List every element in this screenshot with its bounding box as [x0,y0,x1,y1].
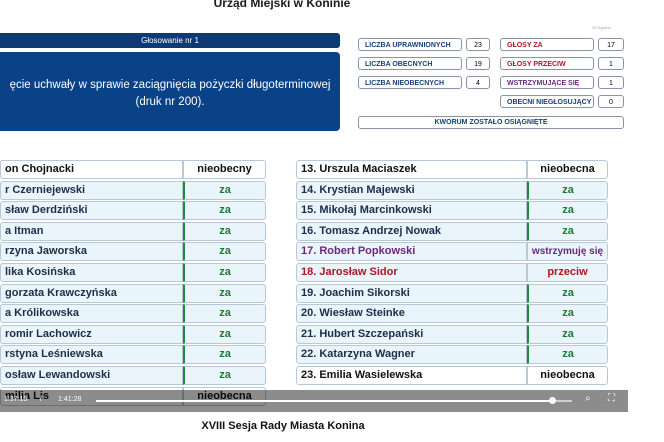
motion-text-box: ęcie uchwały w sprawie zaciągnięcia poży… [0,52,340,131]
stat-abstain-label: WSTRZYMUJĄCE SIĘ [500,76,594,89]
councillor-name: a Królikowska [0,304,183,324]
vote-value: za [183,366,266,385]
councillor-name: gorzata Krawczyńska [0,283,183,303]
vote-value: za [183,242,266,262]
stat-present-value: 19 [466,57,490,70]
motion-text-line-1: ęcie uchwały w sprawie zaciągnięcia poży… [9,79,331,91]
page-title: Urząd Miejski w Koninie [213,0,351,10]
vote-value: za [183,304,266,324]
vote-value: za [527,201,608,221]
vote-value: za [527,345,608,365]
councillor-name: 14. Krystian Majewski [296,180,527,200]
stat-for-value: 17 [598,38,624,51]
vote-value: za [183,221,266,241]
councillor-name: sław Derdziński [0,201,183,221]
progress-fill [96,400,552,402]
stat-against-label: GŁOSY PRZECIW [500,57,594,70]
current-time: 1:37:15 [4,396,28,403]
vote-value: nieobecna [527,160,608,179]
vote-value: za [183,180,266,200]
vote-value: za [183,283,266,303]
volume-icon[interactable]: ⌕ [585,393,591,404]
video-player-controls: 1:37:15 / 1:41:28 ⌕ ⛶ [0,390,628,412]
councillor-name: osław Lewandowski [0,366,183,385]
stat-nonvoting-value: 0 [598,95,624,108]
voting-number-label: Głosowanie nr 1 [0,33,340,48]
vote-value: przeciw [527,263,608,282]
councillor-name: rzyna Jaworska [0,242,183,262]
councillor-name: 21. Hubert Szczepański [296,324,527,344]
stat-for-label: GŁOSY ZA [500,38,594,51]
councillor-name: 18. Jarosław Sidor [296,263,527,282]
quorum-status: KWORUM ZOSTAŁO OSIĄGNIĘTE [358,116,624,129]
councillor-name: romir Lachowicz [0,324,183,344]
stat-absent-value: 4 [466,76,490,89]
councillor-name: a Itman [0,221,183,241]
stat-present-label: LICZBA OBECNYCH [358,57,462,70]
councillor-name: 13. Urszula Maciaszek [296,160,527,179]
vote-value: za [183,201,266,221]
fullscreen-icon[interactable]: ⛶ [608,393,615,404]
stat-abstain-value: 1 [598,76,624,89]
vote-value: nieobecny [183,160,266,179]
councillor-name: 15. Mikołaj Marcinkowski [296,201,527,221]
councillor-name: 23. Emilia Wasielewska [296,366,527,385]
councillor-name: on Chojnacki [0,160,183,179]
corner-mark: HCSystem [592,25,612,30]
duration-time: 1:41:28 [58,396,82,403]
vote-value: za [527,304,608,324]
councillor-name: 16. Tomasz Andrzej Nowak [296,221,527,241]
stat-nonvoting-label: OBECNI NIEGŁOSUJĄCY [500,95,594,108]
vote-value: za [527,221,608,241]
vote-value: za [527,283,608,303]
councillor-name: 19. Joachim Sikorski [296,283,527,303]
councillor-name: rstyna Leśniewska [0,345,183,365]
councillor-name: r Czerniejewski [0,180,183,200]
vote-value: za [183,263,266,282]
vote-value: za [183,345,266,365]
motion-text-line-2: (druk nr 200). [135,96,205,108]
stat-absent-label: LICZBA NIEOBECNYCH [358,76,462,89]
vote-value: za [183,324,266,344]
councillor-name: 17. Robert Popkowski [296,242,527,262]
stat-against-value: 1 [598,57,624,70]
time-separator: / [40,396,42,403]
vote-value: za [527,180,608,200]
progress-handle[interactable] [549,397,556,404]
councillor-name: 20. Wiesław Steinke [296,304,527,324]
vote-value: za [527,324,608,344]
stat-eligible-label: LICZBA UPRAWNIONYCH [358,38,462,51]
councillor-name: 22. Katarzyna Wagner [296,345,527,365]
councillor-name: lika Kosińska [0,263,183,282]
vote-value: nieobecna [527,366,608,385]
vote-value: wstrzymuję się [527,242,608,262]
session-title: XVIII Sesja Rady Miasta Konina [201,420,365,432]
stat-eligible-value: 23 [466,38,490,51]
